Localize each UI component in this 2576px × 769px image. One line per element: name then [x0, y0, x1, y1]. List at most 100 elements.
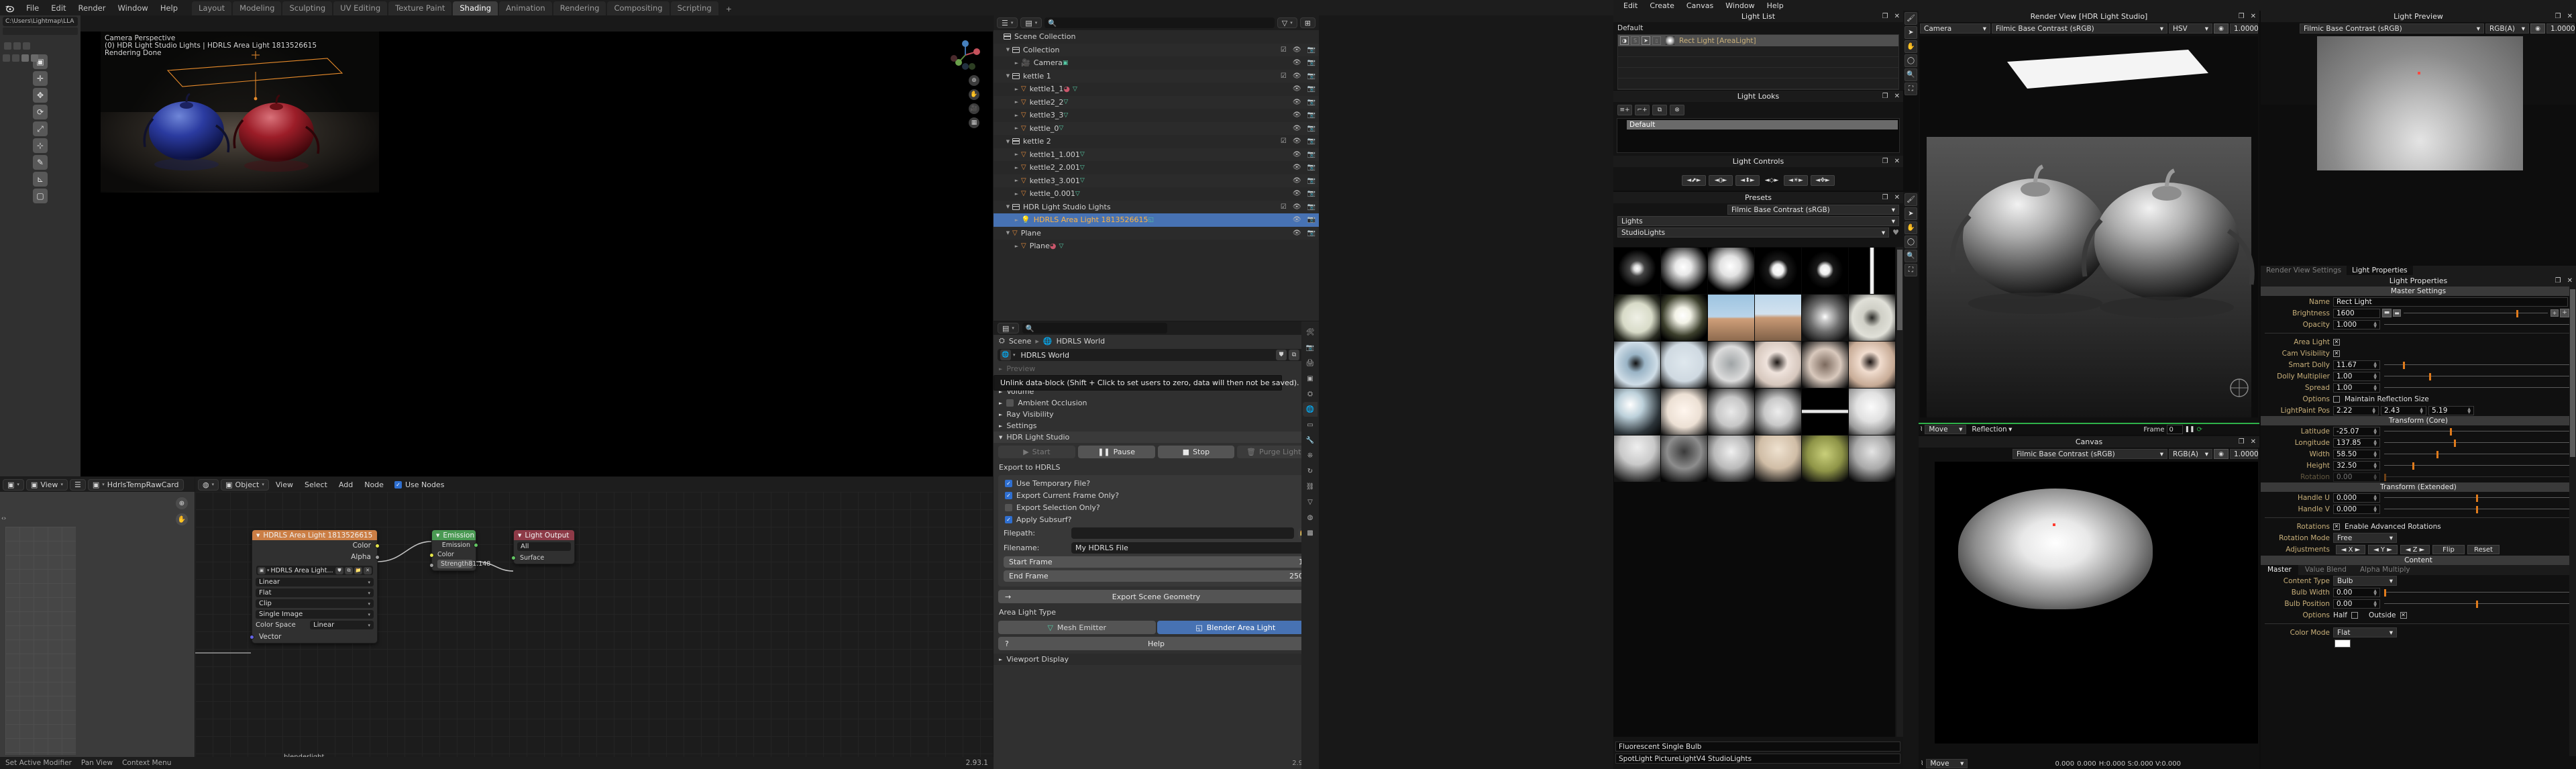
tool-cursor-icon[interactable]: ✛ — [33, 71, 48, 86]
viewport-pan-icon[interactable]: ✋ — [969, 89, 979, 100]
preset-thumbnail[interactable] — [1660, 435, 1707, 482]
rotate-tool-icon[interactable]: ◄◇► — [1762, 175, 1781, 186]
socket-color-in[interactable] — [429, 553, 434, 558]
export-scene-geometry-button[interactable]: → Export Scene Geometry — [998, 590, 1314, 603]
hide-in-viewport-icon[interactable]: 👁 — [1293, 72, 1301, 80]
light-preview-image[interactable] — [2317, 36, 2523, 170]
preset-thumbnail[interactable] — [1660, 388, 1707, 435]
tab-viewlayer-icon[interactable]: ▣ — [1303, 371, 1318, 386]
undock-icon[interactable]: ❐ — [2239, 438, 2245, 446]
disable-in-render-icon[interactable]: 📷 — [1307, 59, 1316, 66]
image-editor-hamburger-icon[interactable]: ☰ — [69, 478, 86, 491]
hide-in-viewport-icon[interactable]: 👁 — [1293, 46, 1301, 54]
brightness-increase-button[interactable]: + — [2551, 309, 2559, 317]
use-temp-file-checkbox[interactable]: ✓ — [1005, 479, 1012, 487]
canvas-image[interactable] — [1935, 462, 2258, 744]
disable-in-render-icon[interactable]: 📷 — [1307, 46, 1316, 54]
editor-type-shader-icon[interactable]: ◍ ▾ — [198, 478, 219, 491]
hdrls-menu-help[interactable]: Help — [1761, 1, 1790, 10]
handle-v-field[interactable]: 0.000 ▲ ▼ — [2333, 504, 2380, 514]
delete-icon[interactable]: ⊗ — [1670, 105, 1684, 115]
hide-in-viewport-icon[interactable]: 👁 — [1293, 151, 1301, 158]
preset-thumbnail[interactable] — [1754, 247, 1801, 294]
collection-exclude-checkbox[interactable]: ☑ — [1281, 138, 1287, 145]
aperture-icon[interactable]: ◉ — [2530, 23, 2545, 34]
close-icon[interactable]: ✕ — [2567, 13, 2573, 20]
rotations-checkbox[interactable]: ✕ — [2333, 523, 2340, 530]
render-view-channel-combo[interactable]: HSV ▾ — [2169, 23, 2212, 34]
tab-output-icon[interactable]: 🖨 — [1303, 356, 1318, 370]
arrow-select-tool-icon[interactable]: ➤ — [1904, 207, 1917, 220]
outliner-row[interactable]: ► ▽ kettle2_2 ▽ 👁 📷 — [994, 95, 1319, 109]
pause-button[interactable]: ❚❚ Pause — [1077, 446, 1155, 458]
outliner-tree[interactable]: Scene Collection ▼ Collection ☑ 👁 📷 ► 🎥 Camera ▣ 👁… — [994, 30, 1319, 253]
node-header[interactable]: ▼ Light Output — [514, 530, 574, 540]
bulb-width-field[interactable]: 0.00 ▲ ▼ — [2333, 587, 2380, 597]
lightpaint-pos-x-field[interactable]: 2.22 ▲ ▼ — [2333, 405, 2379, 415]
preset-thumbnail[interactable] — [1754, 294, 1801, 341]
file-filter-bar[interactable] — [3, 28, 78, 35]
use-nodes-toggle[interactable]: ✓ Use Nodes — [394, 480, 444, 489]
latitude-slider[interactable] — [2384, 427, 2572, 436]
disclosure-triangle[interactable]: ► — [1012, 217, 1021, 223]
preset-thumbnail[interactable] — [1801, 294, 1848, 341]
disable-in-render-icon[interactable]: 📷 — [1307, 203, 1316, 211]
viewport-camera-icon[interactable]: 🎥 — [969, 103, 979, 114]
hdrls-menu-create[interactable]: Create — [1644, 1, 1680, 10]
node-projection-dropdown[interactable]: Flat ▾ — [256, 588, 374, 597]
render-view-mapping-combo[interactable]: Reflection ▾ — [1968, 425, 2015, 434]
start-frame-slider[interactable]: Start Frame 1 — [1004, 556, 1309, 568]
light-look-item[interactable]: Default — [1627, 120, 1898, 130]
hdrls-menu-edit[interactable]: Edit — [1617, 1, 1644, 10]
tab-texture-icon[interactable]: ▩ — [1303, 525, 1318, 540]
zoom-region-tool-icon[interactable]: 🔍 — [1904, 250, 1917, 262]
preset-thumbnail[interactable] — [1613, 341, 1660, 388]
smart-dolly-slider[interactable] — [2384, 360, 2572, 370]
preset-thumbnail[interactable] — [1707, 341, 1754, 388]
preset-thumbnail[interactable] — [1848, 341, 1895, 388]
viewport-zoom-icon[interactable]: ⊕ — [969, 75, 979, 86]
add-child-look-icon[interactable]: ⌐+ — [1635, 105, 1650, 115]
lightpaint-tool-icon[interactable]: 🖌 — [1904, 193, 1917, 206]
tab-uv-editing[interactable]: UV Editing — [333, 1, 388, 15]
image-canvas[interactable]: ⊕ ✋ ‹› — [0, 492, 195, 769]
pan-tool-icon[interactable]: ✋ — [1904, 221, 1917, 234]
file-view-detail-icon[interactable] — [23, 42, 30, 50]
outliner-row[interactable]: ► ▽ kettle_0.001 ▽ 👁 📷 — [994, 187, 1319, 201]
disable-in-render-icon[interactable]: 📷 — [1307, 72, 1316, 80]
disclosure-triangle[interactable]: ► — [1012, 165, 1021, 170]
outliner-row[interactable]: ► ▽ kettle1_1 ◕ ▽ 👁 📷 — [994, 83, 1319, 96]
outliner-row[interactable]: ► ▽ kettle3_3 ▽ 👁 📷 — [994, 109, 1319, 122]
solo-icon[interactable]: S — [1631, 36, 1640, 45]
tab-data-icon[interactable]: ▽ — [1303, 495, 1318, 509]
add-look-icon[interactable]: ≡+ — [1617, 105, 1632, 115]
unlink-icon[interactable]: ✕ — [364, 566, 372, 574]
presets-colorspace-combo[interactable]: Filmic Base Contrast (sRGB) ▾ — [1727, 205, 1899, 215]
hide-in-viewport-icon[interactable]: 👁 — [1293, 177, 1301, 185]
disclosure-triangle[interactable]: ► — [1012, 244, 1021, 249]
aperture-icon[interactable]: ◉ — [2214, 449, 2229, 459]
tab-layout[interactable]: Layout — [192, 1, 232, 15]
image-browse-icon[interactable]: ▣ — [258, 566, 266, 574]
preset-thumbnail[interactable] — [1801, 247, 1848, 294]
disclosure-triangle[interactable]: ▼ — [1004, 47, 1012, 52]
preset-thumbnail[interactable] — [1848, 294, 1895, 341]
zoom-icon[interactable]: ⊕ — [176, 497, 188, 509]
collection-exclude-checkbox[interactable]: ☑ — [1281, 72, 1287, 80]
node-hdrls-area-light[interactable]: ▼ HDRLS Area Light 1813526615 Color Alph… — [250, 529, 380, 644]
disclosure-triangle[interactable]: ► — [1012, 191, 1021, 197]
hide-in-viewport-icon[interactable]: 👁 — [1293, 229, 1301, 237]
filepath-input[interactable] — [1071, 527, 1294, 539]
tool-rotate-icon[interactable]: ⟳ — [33, 105, 48, 119]
outliner-search-input[interactable]: 🔍 — [1044, 17, 1275, 28]
brightness-increase-big-button[interactable]: + — [2560, 309, 2569, 317]
end-frame-slider[interactable]: End Frame 250 — [1004, 570, 1309, 582]
shader-type-selector[interactable]: ▣ Object ▾ — [221, 478, 269, 491]
image-sidebar-toggle[interactable]: ‹› — [1, 515, 6, 522]
outliner-display-mode[interactable]: ▤ ▾ — [1020, 17, 1042, 28]
undock-icon[interactable]: ❐ — [2239, 13, 2245, 20]
undock-icon[interactable]: ❐ — [1882, 194, 1888, 201]
shader-menu-select[interactable]: Select — [300, 480, 332, 489]
disclosure-triangle[interactable]: ► — [1012, 152, 1021, 157]
preset-thumbnail[interactable] — [1848, 388, 1895, 435]
